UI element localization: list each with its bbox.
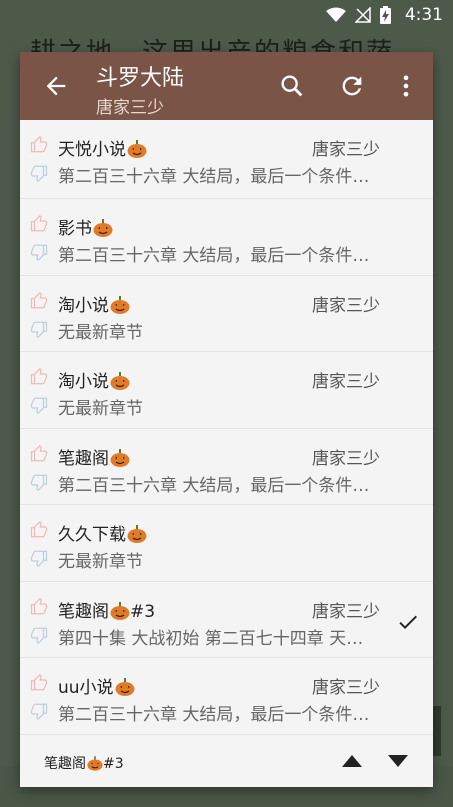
back-arrow-icon[interactable] [42,72,70,100]
source-list: 天悦小说 唐家三少 第二百三十六章 大结局，最后一个条件… 影书 第二百三十六章 大结局… [20,120,433,735]
arrow-down-icon[interactable] [388,755,408,767]
source-author: 唐家三少 [312,601,380,622]
thumb-down-icon[interactable] [30,164,48,182]
search-icon[interactable] [278,72,306,100]
source-author: 唐家三少 [312,448,380,469]
arrow-up-icon[interactable] [342,755,362,767]
refresh-icon[interactable] [338,72,366,100]
source-name-text: 天悦小说 [58,140,126,160]
source-row[interactable]: 笔趣阁 #3 唐家三少第四十集 大战初始 第二百七十四章 天斗… [20,582,433,658]
current-source-name: 笔趣阁 [44,756,86,772]
source-author: 唐家三少 [312,140,380,160]
source-latest-chapter: 无最新章节 [58,399,143,419]
source-name: 久久下载 [58,520,147,545]
thumb-down-icon[interactable] [30,549,48,567]
status-time: 4:31 [404,5,443,25]
source-row[interactable]: 久久下载 无最新章节 [20,505,433,582]
thumb-down-icon[interactable] [30,626,48,644]
thumb-up-icon[interactable] [30,291,48,310]
source-latest-chapter: 第二百三十六章 大结局，最后一个条件… [58,705,370,725]
thumb-up-icon[interactable] [30,674,48,692]
book-title: 斗罗大陆 [96,66,185,91]
source-name-text: 笔趣阁 [58,601,109,622]
thumb-up-icon[interactable] [30,215,48,233]
source-row[interactable]: 笔趣阁 唐家三少第二百三十六章 大结局，最后一个条件… [20,429,433,505]
thumb-down-icon[interactable] [30,243,48,261]
source-name: 淘小说 [58,291,130,316]
status-icons [326,6,391,24]
reader-scrollbar [432,706,441,756]
source-name-text: 影书 [58,219,92,239]
dialog-footer: 笔趣阁 #3 [20,737,433,787]
source-row[interactable]: 影书第二百三十六章 大结局，最后一个条件… [20,199,433,276]
thumb-up-icon[interactable] [30,368,48,386]
current-source-suffix: #3 [103,756,124,772]
battery-charging-icon [380,6,391,24]
source-name-text: uu小说 [58,678,114,698]
source-name-text: 笔趣阁 [58,448,109,469]
thumb-up-icon[interactable] [30,521,48,539]
source-name: 影书 [58,214,113,239]
no-signal-icon [355,7,371,23]
source-name-text: 淘小说 [58,372,109,392]
pumpkin-icon [110,448,130,467]
source-latest-chapter: 第二百三十六章 大结局，最后一个条件… [58,246,370,266]
source-name-text: 淘小说 [58,295,109,316]
thumb-up-icon[interactable] [30,597,48,616]
source-name: uu小说 [58,673,135,698]
source-latest-chapter: 无最新章节 [58,552,143,572]
source-latest-chapter: 第四十集 大战初始 第二百七十四章 天斗… [58,628,376,649]
source-author: 唐家三少 [312,372,380,392]
thumb-up-icon[interactable] [30,136,48,154]
thumb-down-icon[interactable] [30,396,48,414]
source-name: 淘小说 [58,367,130,392]
pumpkin-icon [87,756,103,771]
pumpkin-icon [93,219,113,237]
source-row[interactable]: 天悦小说 唐家三少第二百三十六章 大结局，最后一个条件… [20,120,433,199]
source-name: 笔趣阁 #3 [58,597,155,622]
pumpkin-icon [110,601,130,620]
source-name: 天悦小说 [58,135,147,160]
pumpkin-icon [110,372,130,390]
pumpkin-icon [127,140,147,158]
thumb-up-icon[interactable] [30,444,48,463]
source-author: 唐家三少 [312,295,380,316]
source-row[interactable]: uu小说 唐家三少第二百三十六章 大结局，最后一个条件… [20,658,433,735]
thumb-down-icon[interactable] [30,473,48,491]
pumpkin-icon [110,295,130,314]
thumb-down-icon[interactable] [30,702,48,720]
status-bar: 4:31 [0,0,453,30]
current-source-label: 笔趣阁 #3 [44,753,124,773]
dialog-toolbar: 斗罗大陆 唐家三少 [20,52,433,120]
source-latest-chapter: 第二百三十六章 大结局，最后一个条件… [58,475,370,496]
source-latest-chapter: 第二百三十六章 大结局，最后一个条件… [58,167,370,187]
thumb-down-icon[interactable] [30,320,48,338]
source-latest-chapter: 无最新章节 [58,322,143,343]
source-name: 笔趣阁 [58,444,130,469]
check-icon [399,615,417,629]
pumpkin-icon [127,525,147,543]
source-name-text: 久久下载 [58,525,126,545]
book-author: 唐家三少 [96,98,164,118]
source-name-suffix: #3 [130,601,156,622]
source-row[interactable]: 淘小说 唐家三少无最新章节 [20,276,433,352]
source-row[interactable]: 淘小说 唐家三少无最新章节 [20,352,433,429]
wifi-icon [326,7,346,22]
change-source-dialog: 斗罗大陆 唐家三少 天悦小说 唐家三少 第二百三十六章 大结局，最后一个条件… 影书第… [20,52,433,787]
pumpkin-icon [115,678,135,696]
source-author: 唐家三少 [312,678,380,698]
more-vert-icon[interactable] [392,72,420,100]
